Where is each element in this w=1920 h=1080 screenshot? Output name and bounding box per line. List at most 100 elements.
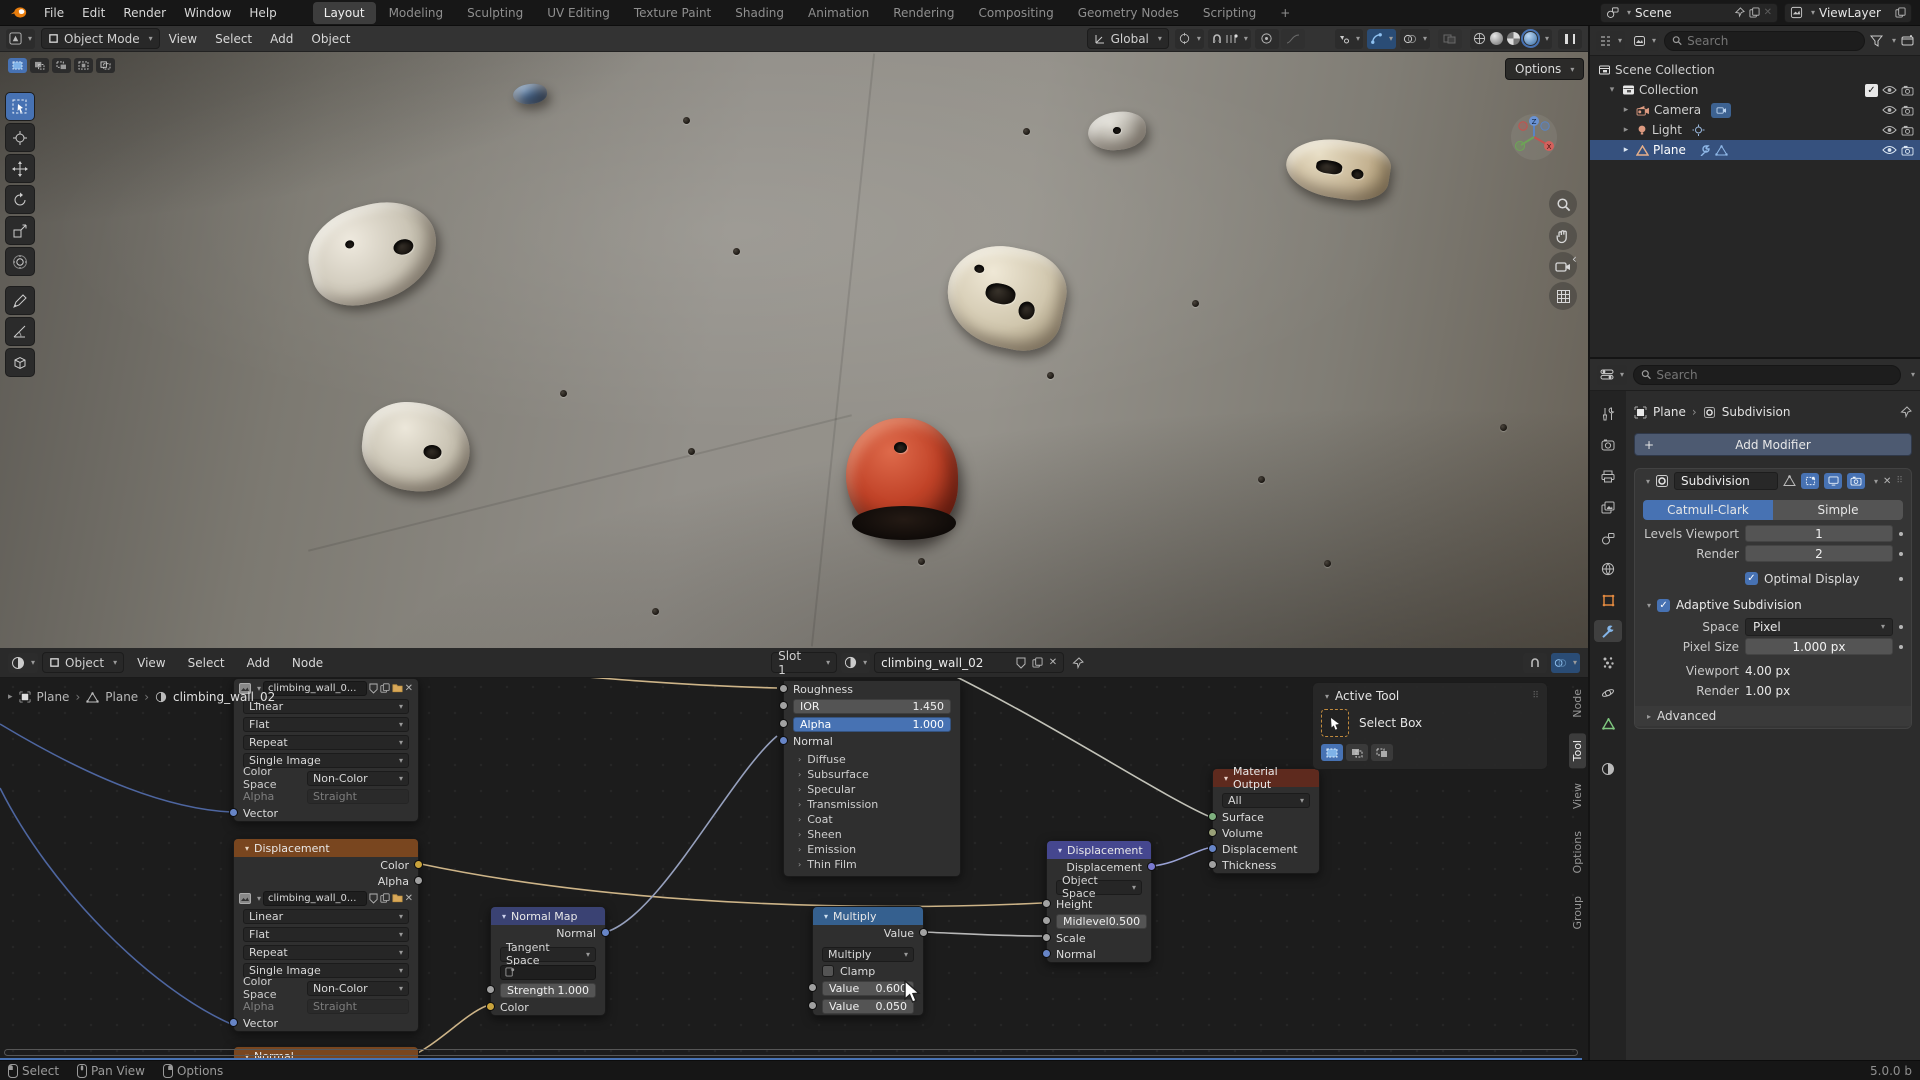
normal-socket[interactable] <box>1042 949 1051 958</box>
pin-icon[interactable] <box>1072 657 1084 669</box>
tab-render[interactable] <box>1594 434 1622 456</box>
filter-icon[interactable] <box>1870 35 1883 47</box>
image-name[interactable]: climbing_wall_0... <box>263 681 367 696</box>
open-folder-icon[interactable] <box>392 683 403 693</box>
surface-socket[interactable] <box>1208 812 1217 821</box>
realtime-toggle[interactable] <box>1824 473 1842 489</box>
collapse-icon[interactable]: ▾ <box>502 912 506 921</box>
color-socket[interactable] <box>486 1002 495 1011</box>
shader-menu-select[interactable]: Select <box>179 650 234 676</box>
fake-user-shield-icon[interactable] <box>369 683 378 694</box>
pin-icon[interactable] <box>1900 406 1912 418</box>
modifier-wrench-icon[interactable] <box>1698 144 1711 156</box>
drag-handle-icon[interactable]: ⠿ <box>1532 691 1539 701</box>
tool-rotate[interactable] <box>5 185 35 214</box>
hide-viewport-icon[interactable] <box>1882 125 1897 135</box>
material-name-field[interactable]: climbing_wall_02 ✕ <box>874 652 1064 673</box>
new-viewlayer-icon[interactable] <box>1895 7 1906 18</box>
advanced-subpanel-header[interactable]: ▸ Advanced <box>1635 706 1911 726</box>
fake-user-shield-icon[interactable] <box>369 893 378 904</box>
space-dropdown[interactable]: Pixel▾ <box>1745 618 1893 636</box>
collection-checkbox[interactable]: ✓ <box>1865 84 1878 97</box>
sidetab-options[interactable]: Options <box>1569 824 1586 880</box>
animate-dot-icon[interactable] <box>1899 552 1903 556</box>
proportional-edit-button[interactable] <box>1255 29 1279 49</box>
vp-menu-view[interactable]: View <box>160 26 206 52</box>
image-selector-row[interactable]: ▾ climbing_wall_0... ✕ <box>234 889 418 907</box>
scale-socket[interactable] <box>1042 933 1051 942</box>
select-mode-invert[interactable] <box>74 58 93 73</box>
pin-icon[interactable] <box>1734 7 1745 18</box>
workspace-tab-geometry-nodes[interactable]: Geometry Nodes <box>1067 2 1190 24</box>
image-name[interactable]: climbing_wall_0... <box>263 891 367 906</box>
strength-socket[interactable] <box>486 985 495 994</box>
extras-menu-icon[interactable]: ▾ <box>1874 477 1878 486</box>
hide-viewport-icon[interactable] <box>1882 145 1897 155</box>
thickness-socket[interactable] <box>1208 860 1217 869</box>
toggle-grid-control[interactable] <box>1549 282 1577 310</box>
shader-menu-node[interactable]: Node <box>283 650 332 676</box>
tool-move[interactable] <box>5 154 35 183</box>
color-output-row[interactable]: Color <box>234 857 418 873</box>
section-diffuse[interactable]: ›Diffuse <box>784 752 960 767</box>
render-toggle[interactable] <box>1847 473 1865 489</box>
options-button[interactable]: Options ▾ <box>1505 58 1584 80</box>
menu-help[interactable]: Help <box>240 0 285 26</box>
vp-menu-object[interactable]: Object <box>302 26 359 52</box>
vector-socket[interactable] <box>229 808 238 817</box>
midlevel-row[interactable]: Midlevel0.500 <box>1047 912 1151 930</box>
node-material-output[interactable]: ▾Material Output All▾ Surface Volume Dis… <box>1212 768 1320 874</box>
workspace-tab-shading[interactable]: Shading <box>724 2 795 24</box>
scene-selector[interactable]: ▾ Scene ✕ <box>1600 3 1778 23</box>
tab-material[interactable] <box>1594 758 1622 780</box>
value-socket[interactable] <box>808 1001 817 1010</box>
show-gizmo-dropdown[interactable]: ▾ <box>1335 29 1363 49</box>
add-workspace-button[interactable]: + <box>1269 2 1301 24</box>
workspace-tab-compositing[interactable]: Compositing <box>967 2 1064 24</box>
pause-preview-button[interactable] <box>1558 29 1582 49</box>
unlink-material-icon[interactable]: ✕ <box>1049 657 1057 668</box>
extension-row[interactable]: Repeat▾ <box>234 733 418 751</box>
volume-socket[interactable] <box>1208 828 1217 837</box>
thickness-input-row[interactable]: Thickness <box>1213 857 1319 873</box>
vector-input-row[interactable]: Vector <box>234 805 418 821</box>
node-normal-map[interactable]: ▾Normal Map Normal Tangent Space▾ Streng… <box>490 906 606 1016</box>
zoom-control[interactable] <box>1549 190 1577 218</box>
expand-icon[interactable]: ▸ <box>1620 145 1632 155</box>
section-emission[interactable]: ›Emission <box>784 842 960 857</box>
light-data-icon[interactable] <box>1692 124 1705 137</box>
tab-object[interactable] <box>1594 589 1622 611</box>
animate-dot-icon[interactable] <box>1899 625 1903 629</box>
node-header[interactable]: ▾Multiply <box>813 907 923 925</box>
roughness-row[interactable]: Roughness <box>784 681 960 697</box>
ior-socket[interactable] <box>779 701 788 710</box>
rendered-shading-icon[interactable] <box>1524 32 1537 45</box>
value-output-row[interactable]: Value <box>813 925 923 941</box>
navigation-gizmo[interactable]: Z X <box>1511 114 1557 160</box>
type-simple[interactable]: Simple <box>1773 500 1903 520</box>
color-input-row[interactable]: Color <box>491 999 605 1015</box>
section-specular[interactable]: ›Specular <box>784 782 960 797</box>
animate-dot-icon[interactable] <box>1899 577 1903 581</box>
select-mode-intersect[interactable] <box>96 58 115 73</box>
viewlayer-selector[interactable]: ▾ ViewLayer <box>1784 3 1912 23</box>
alpha-row[interactable]: AlphaStraight <box>234 787 418 805</box>
snap-target-button[interactable]: ▾ <box>1175 29 1204 49</box>
alpha-row[interactable]: Alpha1.000 <box>784 715 960 733</box>
tab-physics[interactable] <box>1594 682 1622 704</box>
collapse-icon[interactable]: ▾ <box>1058 846 1062 855</box>
section-subsurface[interactable]: ›Subsurface <box>784 767 960 782</box>
wireframe-shading-icon[interactable] <box>1473 32 1486 45</box>
mode-subtract-button[interactable] <box>1371 744 1393 761</box>
node-header[interactable]: ▾Material Output <box>1213 769 1319 787</box>
mesh-data-icon[interactable] <box>1715 145 1728 156</box>
node-principled-bsdf[interactable]: Roughness IOR1.450 Alpha1.000 Normal ›Di… <box>783 680 961 877</box>
disable-render-icon[interactable] <box>1901 85 1914 96</box>
vp-menu-add[interactable]: Add <box>261 26 302 52</box>
outliner-row-collection[interactable]: ▾ Collection ✓ <box>1590 80 1920 100</box>
adaptive-subdivision-checkbox[interactable]: ✓ <box>1657 599 1670 612</box>
space-row[interactable]: Object Space▾ <box>1047 878 1151 896</box>
roughness-socket[interactable] <box>779 684 788 693</box>
horizontal-scrollbar[interactable] <box>4 1049 1578 1056</box>
workspace-tab-uv-editing[interactable]: UV Editing <box>536 2 621 24</box>
